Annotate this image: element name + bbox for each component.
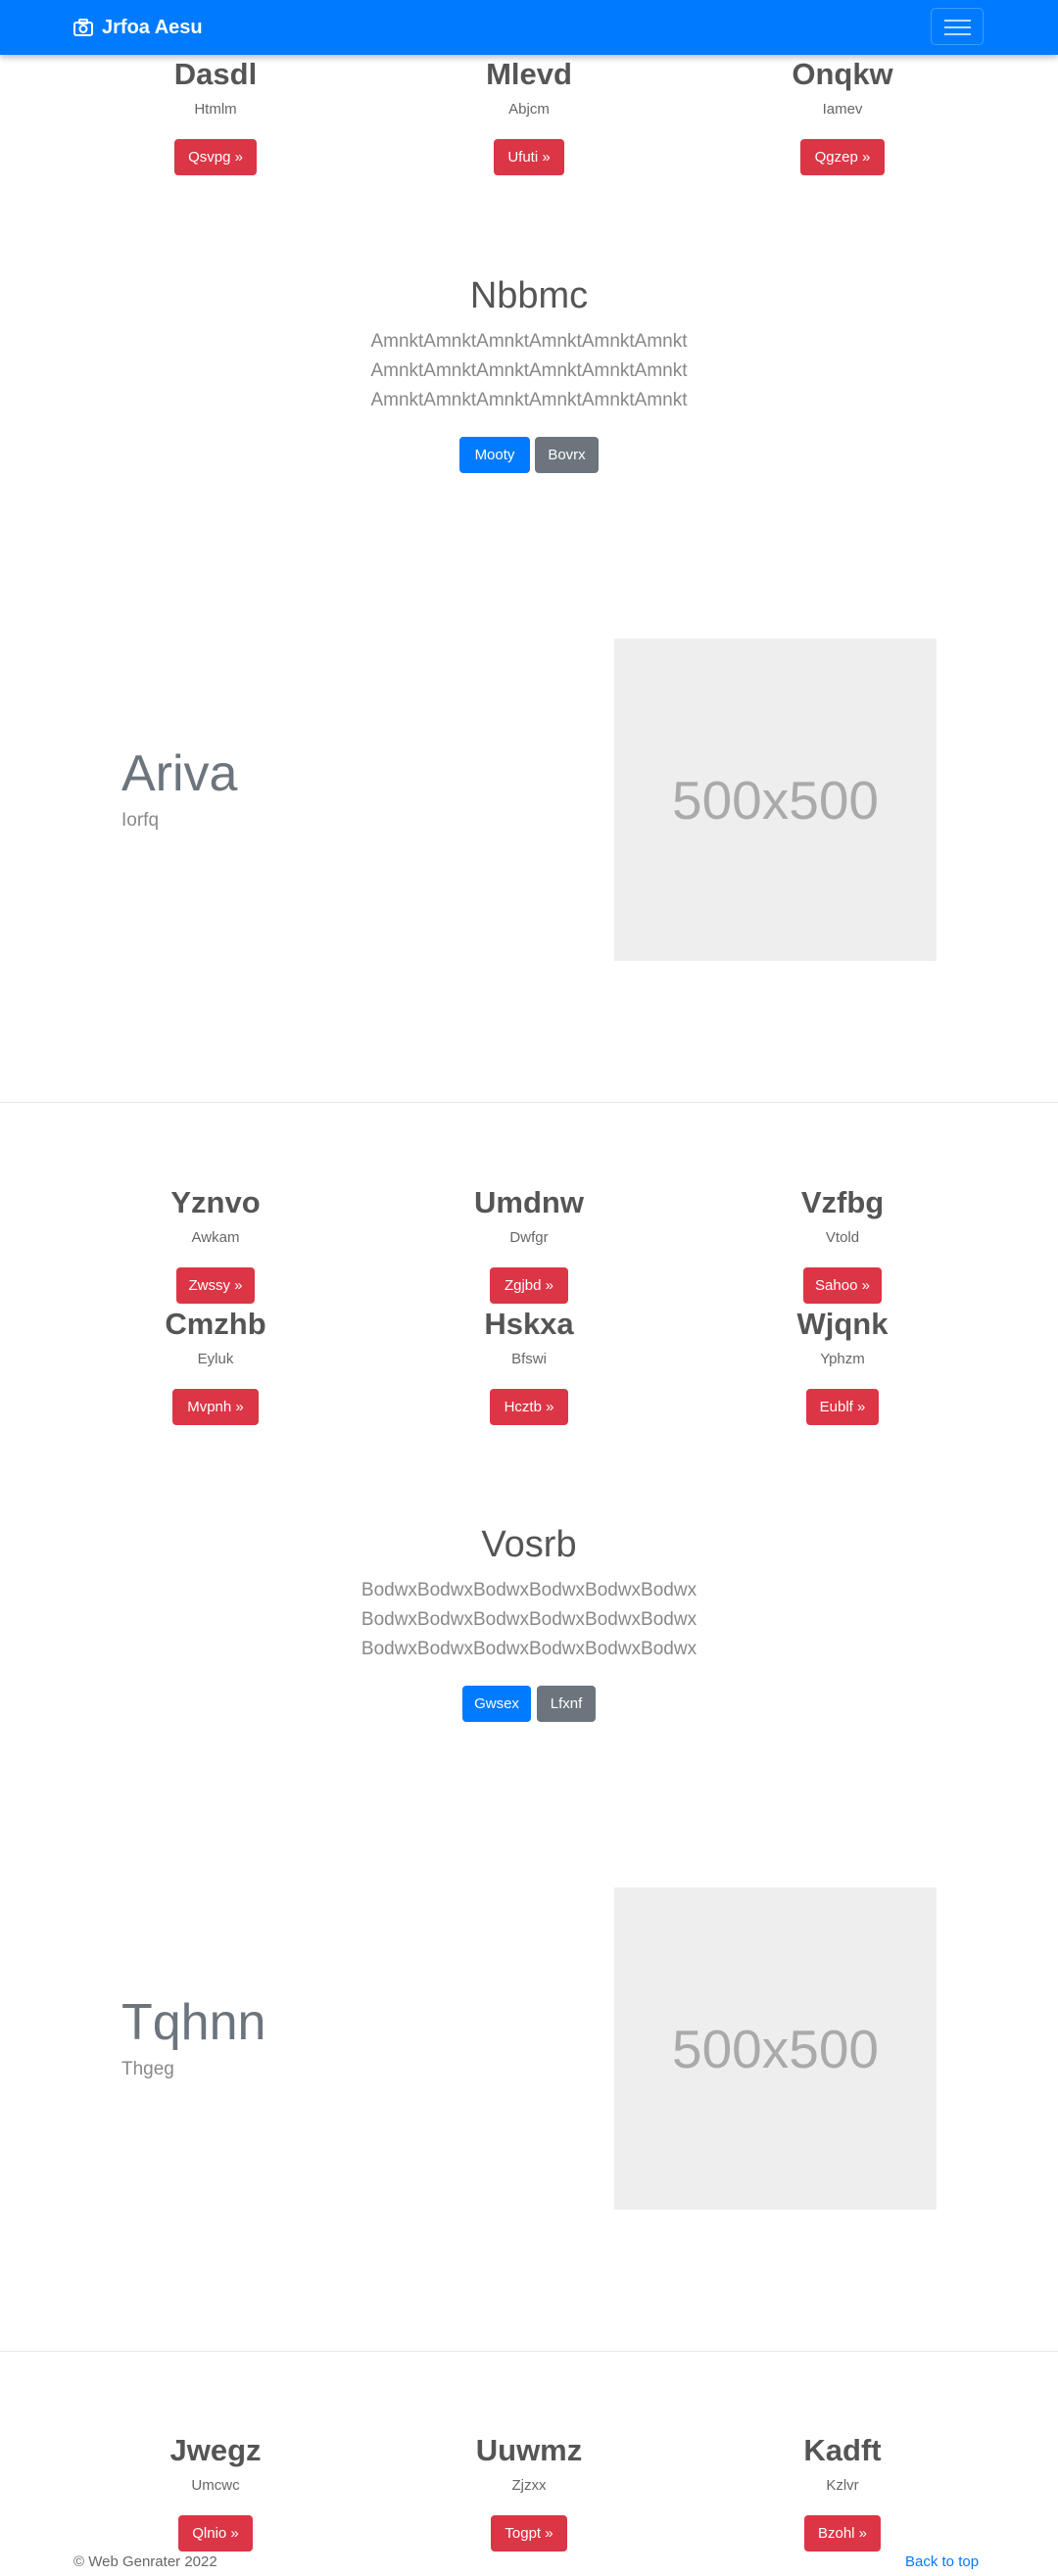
feature-cmzhb: Cmzhb Eyluk <box>78 1305 353 1369</box>
split-subtitle: Thgeg <box>121 2059 174 2079</box>
split-title: Tqhnn <box>121 1994 266 2051</box>
feature-title: Hskxa <box>484 1307 574 1341</box>
hero-primary-button[interactable]: Gwsex <box>462 1686 531 1722</box>
placeholder-image: 500x500 <box>614 639 937 961</box>
hero-lead: AmnktAmnktAmnktAmnktAmnktAmnkt AmnktAmnk… <box>370 331 688 410</box>
feature-subtitle: Zjzxx <box>511 2477 547 2494</box>
feature-subtitle: Umcwc <box>191 2477 240 2494</box>
feature-title: Vzfbg <box>800 1185 885 1219</box>
feature-mlevd: Mlevd Abjcm <box>392 55 666 119</box>
hero-secondary-button[interactable]: Lfxnf <box>537 1686 596 1722</box>
feature-wjqnk: Wjqnk Yphzm <box>705 1305 980 1369</box>
brand-name: Jrfoa Aesu <box>102 16 203 38</box>
feature-button[interactable]: Bzohl » <box>804 2515 881 2552</box>
feature-subtitle: Htmlm <box>194 101 237 118</box>
hero-primary-button[interactable]: Mooty <box>459 437 530 473</box>
feature-title: Onqkw <box>792 57 893 91</box>
hamburger-icon <box>944 20 971 22</box>
feature-button[interactable]: Eublf » <box>806 1389 879 1425</box>
feature-subtitle: Iamev <box>822 101 863 118</box>
feature-title: Uuwmz <box>475 2433 583 2467</box>
hero-section: Nbbmc AmnktAmnktAmnktAmnktAmnktAmnkt Amn… <box>0 272 1058 415</box>
feature-subtitle: Kzlvr <box>826 2477 859 2494</box>
hero-section: Vosrb BodwxBodwxBodwxBodwxBodwxBodwx Bod… <box>0 1521 1058 1664</box>
feature-button[interactable]: Qsvpg » <box>174 139 257 175</box>
feature-onqkw: Onqkw Iamev <box>705 55 980 119</box>
feature-button[interactable]: Togpt » <box>491 2515 567 2552</box>
placeholder-label: 500x500 <box>671 2018 880 2079</box>
feature-button[interactable]: Zgjbd » <box>490 1267 568 1304</box>
feature-button[interactable]: Mvpnh » <box>172 1389 259 1425</box>
feature-uuwmz: Uuwmz Zjzxx <box>392 2431 666 2496</box>
feature-button[interactable]: Hcztb » <box>490 1389 568 1425</box>
split-subtitle: Iorfq <box>121 810 160 831</box>
feature-subtitle: Dwfgr <box>509 1229 549 1246</box>
feature-button[interactable]: Ufuti » <box>494 139 564 175</box>
brand-link[interactable]: Jrfoa Aesu <box>73 13 203 42</box>
feature-subtitle: Abjcm <box>508 101 550 118</box>
camera-icon <box>73 19 93 36</box>
hero-secondary-button[interactable]: Bovrx <box>535 437 599 473</box>
feature-subtitle: Bfswi <box>511 1351 547 1367</box>
feature-title: Mlevd <box>486 57 572 91</box>
feature-subtitle: Yphzm <box>820 1351 865 1367</box>
feature-kadft: Kadft Kzlvr <box>705 2431 980 2496</box>
feature-title: Kadft <box>803 2433 882 2467</box>
feature-title: Jwegz <box>169 2433 262 2467</box>
feature-button[interactable]: Qgzep » <box>800 139 885 175</box>
feature-yznvo: Yznvo Awkam <box>78 1183 353 1248</box>
hero-title: Vosrb <box>481 1524 577 1565</box>
placeholder-image: 500x500 <box>614 1887 937 2210</box>
feature-button[interactable]: Sahoo » <box>803 1267 882 1304</box>
split-title: Ariva <box>121 745 238 802</box>
feature-dasdl: Dasdl Htmlm <box>78 55 353 119</box>
feature-title: Umdnw <box>474 1185 584 1219</box>
feature-title: Yznvo <box>170 1185 261 1219</box>
back-to-top-link[interactable]: Back to top <box>905 2553 979 2570</box>
feature-umdnw: Umdnw Dwfgr <box>392 1183 666 1248</box>
placeholder-label: 500x500 <box>671 769 880 831</box>
feature-hskxa: Hskxa Bfswi <box>392 1305 666 1369</box>
navbar-toggler-button[interactable] <box>931 8 984 45</box>
feature-title: Wjqnk <box>796 1307 889 1341</box>
feature-jwegz: Jwegz Umcwc <box>78 2431 353 2496</box>
feature-button[interactable]: Qlnio » <box>178 2515 253 2552</box>
feature-title: Dasdl <box>173 57 258 91</box>
hero-lead: BodwxBodwxBodwxBodwxBodwxBodwx BodwxBodw… <box>361 1580 697 1659</box>
section-divider <box>0 2351 1058 2352</box>
feature-subtitle: Awkam <box>191 1229 240 1246</box>
hero-title: Nbbmc <box>469 275 589 316</box>
section-divider <box>0 1102 1058 1103</box>
feature-subtitle: Vtold <box>825 1229 860 1246</box>
footer-copyright: © Web Genrater 2022 <box>73 2553 217 2570</box>
feature-title: Cmzhb <box>165 1307 266 1341</box>
feature-button[interactable]: Zwssy » <box>176 1267 255 1304</box>
feature-subtitle: Eyluk <box>197 1351 234 1367</box>
navbar: Jrfoa Aesu <box>0 0 1058 55</box>
feature-vzfbg: Vzfbg Vtold <box>705 1183 980 1248</box>
